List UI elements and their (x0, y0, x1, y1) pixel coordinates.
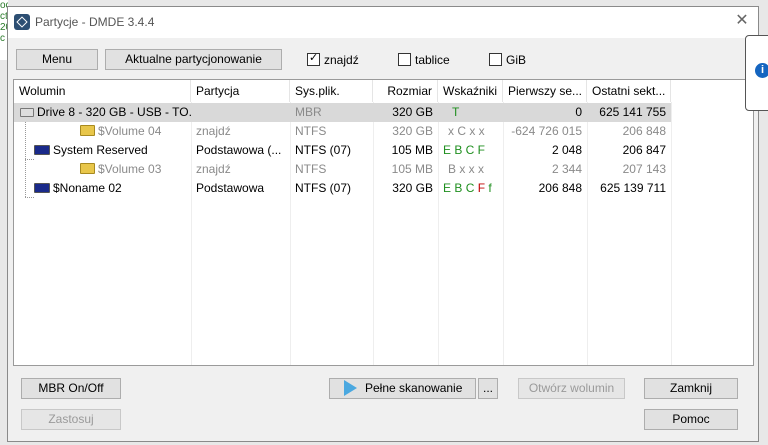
scan-options-button[interactable]: ... (478, 378, 498, 399)
volume-cell: $Volume 03 (14, 160, 191, 179)
column-header-volume[interactable]: Wolumin (14, 80, 191, 102)
size-cell: 105 MB (391, 143, 433, 157)
play-icon (344, 380, 357, 396)
close-button[interactable]: Zamknij (644, 378, 738, 399)
column-header-first-sector[interactable]: Pierwszy se... (503, 80, 587, 102)
tables-checkbox[interactable]: tablice (398, 53, 450, 69)
filesystem-cell: NTFS (295, 162, 327, 176)
gib-checkbox[interactable]: GiB (489, 53, 526, 69)
volume-cell: Drive 8 - 320 GB - USB - TO... (14, 103, 191, 122)
table-row[interactable]: Drive 8 - 320 GB - USB - TO... MBR 320 G… (14, 103, 671, 122)
flag-letter: C (465, 181, 478, 195)
close-window-button[interactable]: ✕ (732, 11, 752, 31)
full-scan-button[interactable]: Pełne skanowanie (329, 378, 476, 399)
table-row[interactable]: $Volume 03 znajdź NTFS 105 MB B x x x 2 … (14, 160, 671, 179)
volume-name: $Volume 04 (98, 124, 162, 138)
volume-cell: System Reserved (14, 141, 191, 160)
column-header-size[interactable]: Rozmiar (373, 80, 438, 102)
volume-cell: $Volume 04 (14, 122, 191, 141)
partition-icon (34, 183, 50, 193)
flags-cell: B x x x (448, 162, 485, 176)
filesystem-cell: NTFS (295, 124, 327, 138)
volume-name: $Volume 03 (98, 162, 162, 176)
flag-letter: E (443, 181, 455, 195)
window-title: Partycje - DMDE 3.4.4 (35, 15, 155, 29)
apply-button[interactable]: Zastosuj (21, 409, 121, 430)
last-sector-cell: 206 848 (622, 124, 666, 138)
flag-letter: B (454, 181, 466, 195)
partition-cell: znajdź (196, 124, 231, 138)
first-sector-cell: 2 344 (551, 162, 582, 176)
column-header-flags[interactable]: Wskaźniki (438, 80, 503, 102)
title-bar: Partycje - DMDE 3.4.4 ✕ (8, 7, 758, 38)
table-row[interactable]: $Noname 02 Podstawowa NTFS (07) 320 GB E… (14, 179, 671, 198)
checkbox-unchecked-icon (489, 53, 502, 66)
partition-icon (34, 145, 50, 155)
menu-button[interactable]: Menu (16, 49, 98, 70)
flags-cell: T (452, 105, 460, 119)
current-partitioning-button[interactable]: Aktualne partycjonowanie (105, 49, 282, 70)
size-cell: 320 GB (392, 124, 433, 138)
volume-cell: $Noname 02 (14, 179, 191, 198)
volume-name: System Reserved (53, 143, 148, 157)
flags-cell: x C x x (448, 124, 485, 138)
volume-name: $Noname 02 (53, 181, 122, 195)
first-sector-cell: 206 848 (538, 181, 582, 195)
partitions-table[interactable]: Wolumin Partycja Sys.plik. Rozmiar Wskaź… (13, 79, 754, 366)
dmde-app-icon (14, 14, 30, 30)
volume-name: Drive 8 - 320 GB - USB - TO... (37, 105, 191, 119)
partition-cell: znajdź (196, 162, 231, 176)
info-tooltip: i (745, 35, 768, 111)
volume-icon (80, 163, 95, 174)
found-checkbox[interactable]: znajdź (307, 51, 359, 69)
gib-checkbox-label: GiB (506, 53, 527, 67)
table-row[interactable]: System Reserved Podstawowa (... NTFS (07… (14, 141, 671, 160)
partitions-dialog: Partycje - DMDE 3.4.4 ✕ Menu Aktualne pa… (7, 6, 759, 442)
first-sector-cell: 0 (575, 105, 582, 119)
found-checkbox-label: znajdź (324, 53, 359, 67)
last-sector-cell: 206 847 (622, 143, 666, 157)
size-cell: 105 MB (391, 162, 433, 176)
tables-checkbox-label: tablice (415, 53, 450, 67)
filesystem-cell: NTFS (07) (295, 143, 352, 157)
column-divider (671, 102, 672, 365)
partition-cell: Podstawowa (... (196, 143, 282, 157)
filesystem-cell: NTFS (07) (295, 181, 352, 195)
column-header-partition[interactable]: Partycja (191, 80, 290, 102)
column-header-last-sector[interactable]: Ostatni sekt... (587, 80, 671, 102)
checkbox-unchecked-icon (398, 53, 411, 66)
filesystem-cell: MBR (295, 105, 322, 119)
drive-icon (20, 108, 34, 117)
table-row[interactable]: $Volume 04 znajdź NTFS 320 GB x C x x -6… (14, 122, 671, 141)
flags-cell: E B C F (443, 143, 486, 157)
open-volume-button[interactable]: Otwórz wolumin (518, 378, 625, 399)
flag-letter: f (488, 181, 492, 195)
volume-icon (80, 125, 95, 136)
partition-cell (191, 103, 290, 122)
column-header-filesystem[interactable]: Sys.plik. (290, 80, 373, 102)
mbr-toggle-button[interactable]: MBR On/Off (21, 378, 121, 399)
first-sector-cell: 2 048 (551, 143, 582, 157)
partition-cell: Podstawowa (196, 181, 265, 195)
flags-cell: E B C F f (438, 179, 503, 198)
size-cell: 320 GB (392, 105, 433, 119)
last-sector-cell: 625 139 711 (600, 181, 666, 195)
info-icon: i (755, 63, 768, 78)
last-sector-cell: 625 141 755 (599, 105, 666, 119)
help-button[interactable]: Pomoc (644, 409, 738, 430)
full-scan-label: Pełne skanowanie (365, 381, 463, 395)
first-sector-cell: -624 726 015 (511, 124, 582, 138)
checkbox-checked-icon (307, 51, 320, 66)
size-cell: 320 GB (392, 181, 433, 195)
flag-letter: F (477, 181, 489, 195)
last-sector-cell: 207 143 (622, 162, 666, 176)
